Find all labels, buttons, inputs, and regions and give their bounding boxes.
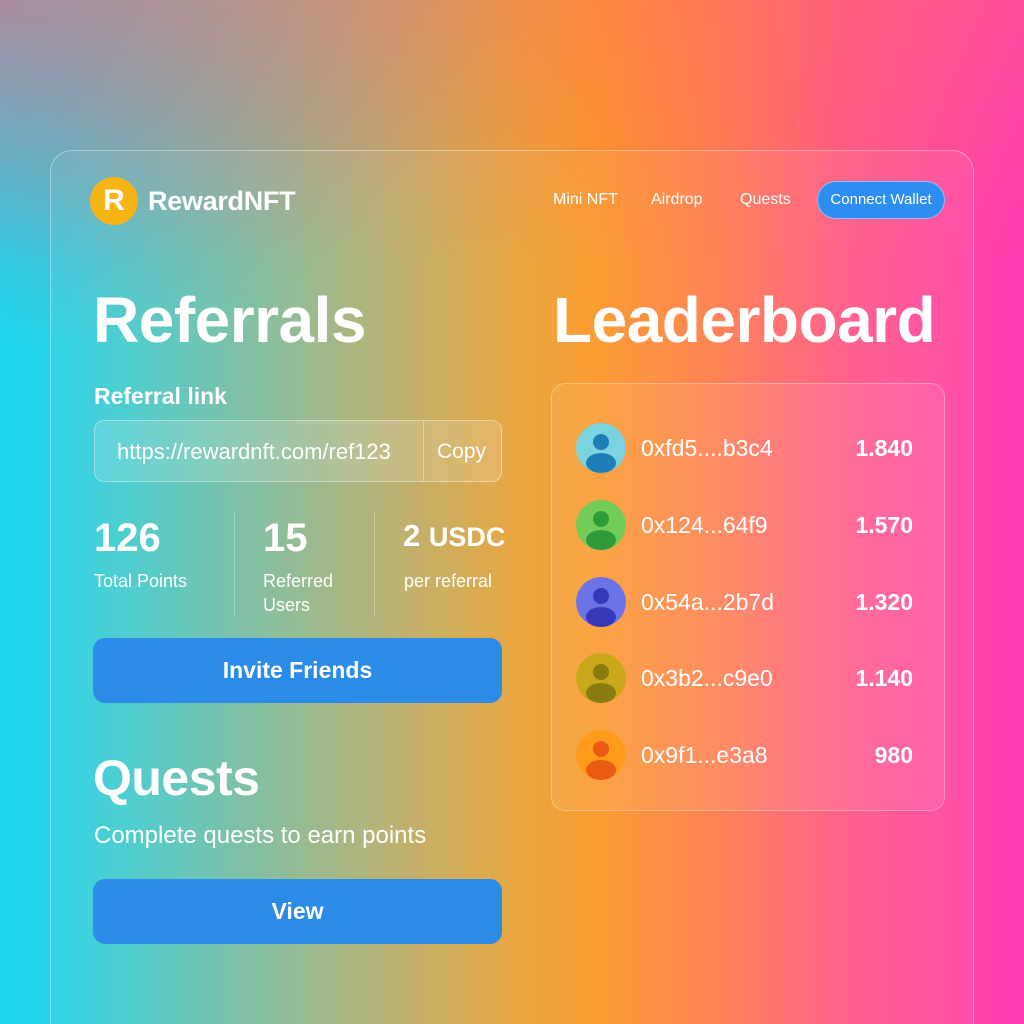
user-score: 980	[874, 742, 913, 768]
referred-users-label: Referred Users	[263, 571, 334, 615]
leaderboard-row[interactable]: 0x54a...2b7d 1.320	[552, 574, 946, 630]
wallet-address: 0x3b2...c9e0	[641, 665, 773, 691]
per-referral-label: per referral	[404, 571, 493, 591]
invite-friends-button[interactable]: Invite Friends	[93, 638, 502, 703]
total-points-label: Total Points	[94, 571, 188, 591]
user-score: 1.140	[855, 665, 913, 691]
per-referral-value: 2 USDC	[403, 520, 505, 551]
referrals-title: Referrals	[93, 284, 367, 356]
wallet-address: 0xfd5....b3c4	[641, 435, 773, 461]
user-avatar-icon	[576, 730, 626, 780]
wallet-address: 0x124...64f9	[641, 512, 768, 538]
total-points-value: 126	[94, 516, 161, 560]
leaderboard-title: Leaderboard	[553, 284, 936, 356]
field-divider	[423, 421, 424, 481]
user-avatar-icon	[576, 500, 626, 550]
wallet-address: 0x9f1...e3a8	[641, 742, 768, 768]
leaderboard-list: 0xfd5....b3c4 1.840 0x124...64f9 1.570 0…	[551, 383, 945, 811]
leaderboard-row[interactable]: 0xfd5....b3c4 1.840	[552, 420, 946, 476]
user-score: 1.320	[855, 589, 913, 615]
referral-link-field[interactable]: https://rewardnft.com/ref123 Copy	[94, 420, 502, 482]
user-avatar-icon	[576, 423, 626, 473]
user-score: 1.570	[855, 512, 913, 538]
referral-link-label: Referral link	[94, 383, 227, 409]
referral-link-value[interactable]: https://rewardnft.com/ref123	[117, 421, 391, 483]
leaderboard-row[interactable]: 0x9f1...e3a8 980	[552, 727, 946, 783]
per-referral-unit: USDC	[428, 522, 506, 552]
nav-link-airdrop[interactable]: Airdrop	[651, 181, 703, 219]
per-referral-amount: 2	[403, 518, 421, 553]
leaderboard-row[interactable]: 0x3b2...c9e0 1.140	[552, 650, 946, 706]
user-score: 1.840	[855, 435, 913, 461]
quests-subtitle: Complete quests to earn points	[94, 822, 427, 849]
leaderboard-row[interactable]: 0x124...64f9 1.570	[552, 497, 946, 553]
user-avatar-icon	[576, 577, 626, 627]
referred-users-value: 15	[263, 516, 308, 560]
view-quests-button[interactable]: View	[93, 879, 502, 944]
stat-divider	[234, 512, 235, 616]
user-avatar-icon	[576, 653, 626, 703]
quests-title: Quests	[93, 750, 260, 806]
stat-divider	[374, 512, 375, 616]
nav-link-quests[interactable]: Quests	[740, 181, 791, 219]
copy-button[interactable]: Copy	[437, 421, 486, 483]
nav-link-mini-nft[interactable]: Mini NFT	[553, 181, 618, 219]
wallet-address: 0x54a...2b7d	[641, 589, 775, 615]
connect-wallet-button[interactable]: Connect Wallet	[817, 181, 945, 219]
